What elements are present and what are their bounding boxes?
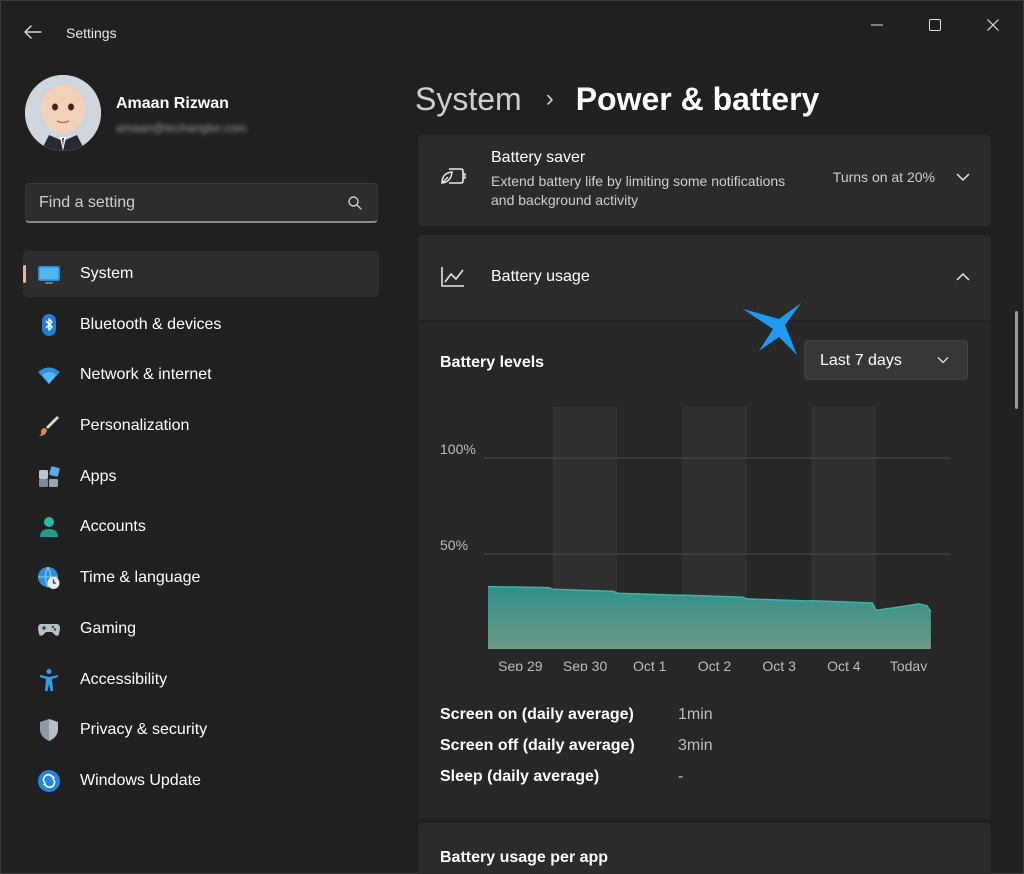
sidebar-item-label: Privacy & security bbox=[80, 721, 208, 739]
x-tick-label: Oct 4 bbox=[827, 658, 861, 671]
user-profile[interactable]: Amaan Rizwan amaan@techangler.com bbox=[25, 75, 345, 151]
x-tick-label: Oct 3 bbox=[762, 658, 796, 671]
battery-saver-icon bbox=[441, 168, 466, 184]
close-icon bbox=[987, 19, 999, 31]
battery-stats: Screen on (daily average) 1min Screen of… bbox=[440, 706, 960, 799]
stat-value: 1min bbox=[678, 706, 713, 723]
breadcrumb-separator: › bbox=[545, 85, 554, 112]
chevron-up-icon[interactable] bbox=[955, 271, 971, 283]
avatar bbox=[25, 75, 101, 151]
accessibility-icon bbox=[40, 668, 58, 691]
breadcrumb-parent[interactable]: System bbox=[415, 81, 522, 118]
sidebar-item-label: Windows Update bbox=[80, 771, 201, 789]
wifi-icon bbox=[38, 367, 60, 385]
stat-label: Screen on (daily average) bbox=[440, 706, 634, 723]
sidebar-item-label: Apps bbox=[80, 467, 117, 485]
y-tick-label: 100% bbox=[440, 441, 476, 457]
y-tick-label: 50% bbox=[440, 537, 468, 553]
stat-row: Sleep (daily average) - bbox=[440, 768, 960, 799]
sidebar-item-label: Gaming bbox=[80, 619, 137, 637]
gamepad-icon bbox=[38, 623, 60, 636]
user-name: Amaan Rizwan bbox=[116, 95, 229, 112]
minimize-button[interactable] bbox=[854, 9, 900, 41]
sidebar-item-time-language[interactable]: Time & language bbox=[23, 555, 379, 601]
sidebar-item-system[interactable]: System bbox=[23, 251, 379, 297]
update-icon bbox=[38, 769, 60, 792]
sidebar-item-label: Accessibility bbox=[80, 670, 168, 688]
stat-row: Screen on (daily average) 1min bbox=[440, 706, 960, 737]
battery-usage-panel: Battery levels Last 7 days 100% 50% Sep 2… bbox=[418, 321, 991, 819]
time-range-dropdown[interactable]: Last 7 days bbox=[804, 340, 968, 380]
sidebar-item-windows-update[interactable]: Windows Update bbox=[23, 758, 379, 804]
sidebar-item-network[interactable]: Network & internet bbox=[23, 352, 379, 398]
x-tick-label: Oct 1 bbox=[633, 658, 667, 671]
stat-label: Screen off (daily average) bbox=[440, 737, 635, 754]
title-bar: Settings bbox=[1, 1, 1024, 49]
stat-value: 3min bbox=[678, 737, 713, 754]
back-arrow-icon bbox=[24, 25, 42, 39]
stat-row: Screen off (daily average) 3min bbox=[440, 737, 960, 768]
user-email: amaan@techangler.com bbox=[116, 121, 247, 135]
sidebar-item-apps[interactable]: Apps bbox=[23, 454, 379, 500]
search-box[interactable] bbox=[25, 183, 378, 223]
stat-label: Sleep (daily average) bbox=[440, 768, 600, 785]
line-chart-icon bbox=[441, 267, 464, 287]
battery-levels-chart: 100% 50% Sep 29 Sep 30 Oct 1 Oct 2 Oct 3 Oct 4… bbox=[440, 407, 950, 671]
sidebar-item-label: System bbox=[80, 265, 134, 282]
time-range-value: Last 7 days bbox=[820, 352, 902, 369]
sidebar-item-label: Accounts bbox=[80, 518, 146, 536]
page-title: Power & battery bbox=[575, 80, 820, 117]
search-icon[interactable] bbox=[347, 195, 363, 211]
battery-usage-header[interactable]: Battery usage bbox=[418, 235, 991, 320]
annotation-arrow-icon bbox=[743, 303, 801, 355]
chevron-down-icon bbox=[937, 357, 949, 364]
x-tick-label: Sep 29 bbox=[498, 658, 543, 671]
x-tick-label: Oct 2 bbox=[698, 658, 732, 671]
sidebar-item-accounts[interactable]: Accounts bbox=[23, 504, 379, 550]
chevron-down-icon[interactable] bbox=[955, 171, 971, 183]
battery-saver-card[interactable]: Battery saver Extend battery life by lim… bbox=[418, 135, 991, 226]
person-icon bbox=[40, 517, 58, 538]
close-button[interactable] bbox=[970, 9, 1016, 41]
scrollbar[interactable] bbox=[1015, 311, 1018, 409]
battery-saver-title: Battery saver bbox=[491, 149, 586, 166]
sidebar-item-label: Network & internet bbox=[80, 366, 212, 384]
x-tick-label: Today bbox=[890, 658, 927, 671]
search-input[interactable] bbox=[39, 192, 329, 214]
x-tick-label: Sep 30 bbox=[563, 658, 608, 671]
maximize-icon bbox=[929, 19, 941, 31]
sidebar-item-gaming[interactable]: Gaming bbox=[23, 606, 379, 652]
sidebar-item-label: Personalization bbox=[80, 417, 190, 435]
minimize-icon bbox=[871, 24, 883, 26]
battery-usage-per-app-title: Battery usage per app bbox=[440, 849, 609, 866]
globe-clock-icon bbox=[38, 566, 60, 590]
settings-window: Settings Amaan Rizwan amaan@techangler.c… bbox=[0, 0, 1024, 874]
apps-icon bbox=[39, 466, 60, 487]
breadcrumb: System › Power & battery bbox=[415, 77, 819, 121]
battery-usage-per-app-card[interactable]: Battery usage per app bbox=[418, 823, 991, 874]
sidebar-item-personalization[interactable]: Personalization bbox=[23, 403, 379, 449]
sidebar-item-privacy[interactable]: Privacy & security bbox=[23, 707, 379, 753]
monitor-icon bbox=[38, 266, 60, 284]
battery-saver-description: Extend battery life by limiting some not… bbox=[491, 173, 786, 208]
active-indicator bbox=[23, 265, 26, 283]
battery-levels-label: Battery levels bbox=[440, 354, 545, 371]
maximize-button[interactable] bbox=[912, 9, 958, 41]
sidebar-item-label: Time & language bbox=[80, 569, 201, 587]
sidebar-nav: System Bluetooth & devices Network & int… bbox=[23, 251, 379, 809]
sidebar-item-label: Bluetooth & devices bbox=[80, 315, 222, 333]
bluetooth-icon bbox=[42, 313, 56, 336]
battery-saver-status: Turns on at 20% bbox=[832, 169, 935, 185]
sidebar-item-bluetooth[interactable]: Bluetooth & devices bbox=[23, 302, 379, 348]
battery-usage-title: Battery usage bbox=[491, 268, 590, 285]
back-button[interactable] bbox=[19, 19, 47, 47]
app-title: Settings bbox=[66, 25, 117, 41]
sidebar-item-accessibility[interactable]: Accessibility bbox=[23, 657, 379, 703]
paintbrush-icon bbox=[39, 416, 59, 437]
stat-value: - bbox=[678, 768, 684, 785]
shield-icon bbox=[40, 719, 58, 742]
main-content: Battery saver Extend battery life by lim… bbox=[418, 135, 991, 874]
